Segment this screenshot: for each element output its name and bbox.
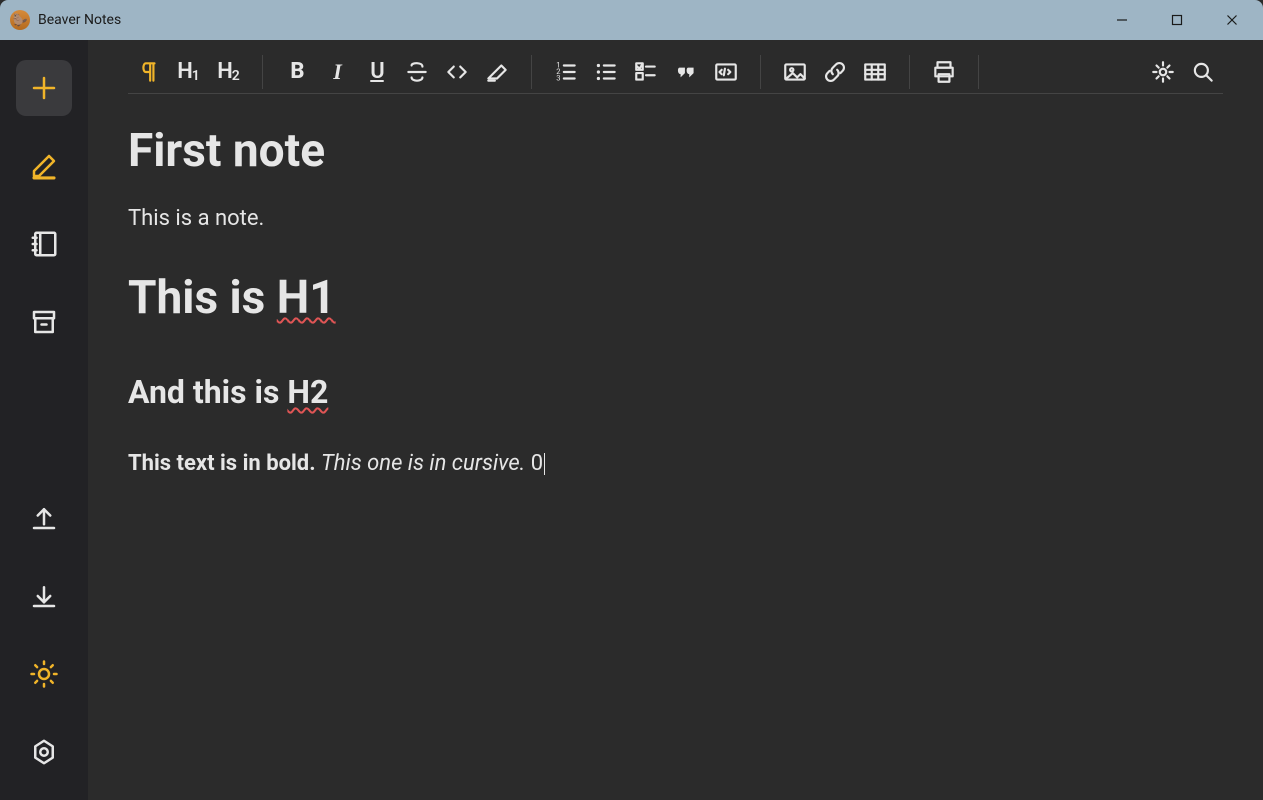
print-icon <box>931 59 957 85</box>
sidebar <box>0 40 88 800</box>
heading1-button[interactable]: H1 <box>168 55 208 89</box>
note-title[interactable]: First note <box>128 124 1223 178</box>
search-icon <box>1190 59 1216 85</box>
link-button[interactable] <box>815 55 855 89</box>
app-icon: 🦫 <box>10 10 30 30</box>
search-button[interactable] <box>1183 55 1223 89</box>
svg-text:3: 3 <box>556 73 560 82</box>
table-button[interactable] <box>855 55 895 89</box>
pencil-icon <box>29 151 59 181</box>
codeblock-icon <box>713 59 739 85</box>
settings-icon <box>29 737 59 767</box>
plus-icon <box>29 73 59 103</box>
archive-button[interactable] <box>16 294 72 350</box>
focus-icon <box>1150 59 1176 85</box>
export-button[interactable] <box>16 490 72 546</box>
heading-1[interactable]: This is H1 <box>128 271 1223 325</box>
checklist-button[interactable] <box>626 55 666 89</box>
ordered-list-icon: 123 <box>553 59 579 85</box>
note-editor[interactable]: First note This is a note. This is H1 An… <box>88 94 1263 800</box>
editor-toolbar: H1 H2 B I U 123 <box>128 40 1223 94</box>
pilcrow-icon <box>135 59 161 85</box>
theme-toggle-button[interactable] <box>16 646 72 702</box>
link-icon <box>822 59 848 85</box>
ordered-list-button[interactable]: 123 <box>546 55 586 89</box>
quote-button[interactable] <box>666 55 706 89</box>
strikethrough-icon <box>404 59 430 85</box>
settings-button[interactable] <box>16 724 72 780</box>
download-icon <box>29 581 59 611</box>
focus-button[interactable] <box>1143 55 1183 89</box>
paragraph-button[interactable] <box>128 55 168 89</box>
import-button[interactable] <box>16 568 72 624</box>
sun-icon <box>29 659 59 689</box>
heading2-button[interactable]: H2 <box>208 55 248 89</box>
print-button[interactable] <box>924 55 964 89</box>
image-button[interactable] <box>775 55 815 89</box>
image-icon <box>782 59 808 85</box>
archive-icon <box>29 307 59 337</box>
formatted-paragraph[interactable]: This text is in bold. This one is in cur… <box>128 451 1223 476</box>
highlight-button[interactable] <box>477 55 517 89</box>
highlighter-icon <box>484 59 510 85</box>
heading-2[interactable]: And this is H2 <box>128 373 1223 411</box>
unordered-list-icon <box>593 59 619 85</box>
strikethrough-button[interactable] <box>397 55 437 89</box>
underline-button[interactable]: U <box>357 55 397 89</box>
maximize-button[interactable] <box>1149 0 1204 40</box>
main-area: H1 H2 B I U 123 <box>88 40 1263 800</box>
table-icon <box>862 59 888 85</box>
checklist-icon <box>633 59 659 85</box>
notebook-icon <box>29 229 59 259</box>
italic-button[interactable]: I <box>317 55 357 89</box>
bold-text: This text is in bold. <box>128 451 316 476</box>
italic-text: This one is in cursive. <box>321 451 525 476</box>
unordered-list-button[interactable] <box>586 55 626 89</box>
window-title: Beaver Notes <box>38 12 121 28</box>
note-paragraph[interactable]: This is a note. <box>128 206 1223 231</box>
close-button[interactable] <box>1204 0 1259 40</box>
all-notes-button[interactable] <box>16 216 72 272</box>
title-bar: 🦫 Beaver Notes <box>0 0 1263 40</box>
upload-icon <box>29 503 59 533</box>
code-icon <box>444 59 470 85</box>
code-button[interactable] <box>437 55 477 89</box>
codeblock-button[interactable] <box>706 55 746 89</box>
text-cursor <box>544 453 545 475</box>
minimize-button[interactable] <box>1094 0 1149 40</box>
bold-button[interactable]: B <box>277 55 317 89</box>
edit-note-button[interactable] <box>16 138 72 194</box>
new-note-button[interactable] <box>16 60 72 116</box>
quote-icon <box>673 59 699 85</box>
